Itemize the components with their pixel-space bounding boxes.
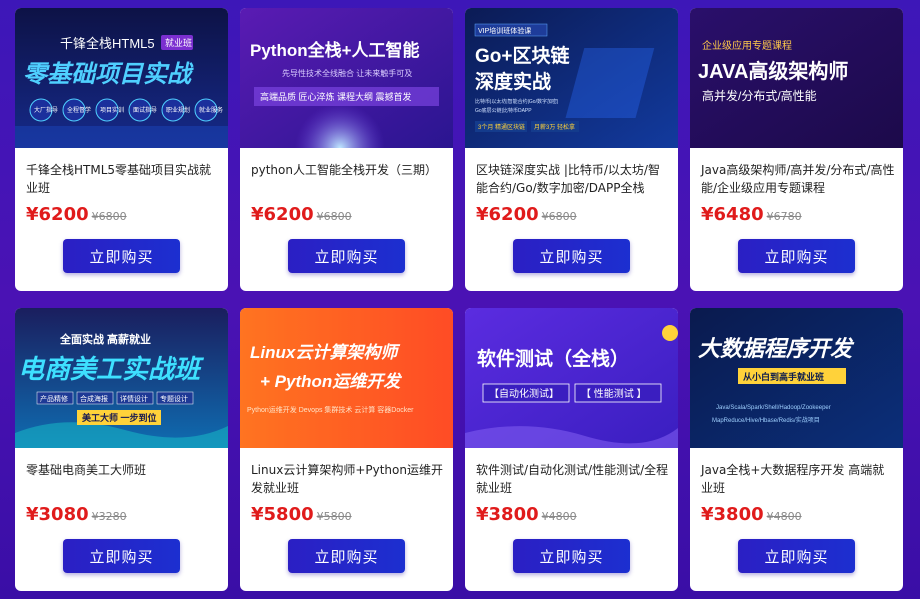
banner-sub: 先导性技术全线融合 让未来触手可及 (282, 68, 412, 78)
banner-bar: 高端品质 匠心淬炼 课程大纲 震撼首发 (260, 91, 412, 102)
course-banner[interactable]: Linux云计算架构师 + Python运维开发 Python运维开发 Devo… (240, 308, 453, 448)
banner-tag: 就业班 (165, 37, 192, 48)
banner-headline: 零基础项目实战 (23, 61, 194, 88)
banner-line1: 全面实战 高薪就业 (59, 332, 151, 346)
original-price: ¥6800 (91, 210, 127, 223)
course-card[interactable]: 千锋全栈HTML5 就业班 零基础项目实战 大厂指导 全程督学 项目实训 面试指… (15, 8, 228, 291)
banner-desc: 比特币|以太坊|智能合约|Go/数字加密| (475, 98, 558, 105)
course-title[interactable]: 软件测试/自动化测试/性能测试/全程就业班 (476, 461, 671, 497)
price-row: ¥6200 ¥6800 (26, 204, 127, 226)
banner-tag: 【自动化测试】 (489, 387, 559, 400)
original-price: ¥6800 (541, 210, 577, 223)
banner-tech: MapReduce/Hive/Hbase/Redis/实战项目 (712, 416, 820, 424)
banner-badge: 全程督学 (67, 106, 91, 114)
course-title[interactable]: Linux云计算架构师+Python运维开发就业班 (251, 461, 446, 497)
course-card[interactable]: 大数据程序开发 从小白到高手就业班 Java/Scala/Spark/Shell… (690, 308, 903, 591)
banner-chip: 详情设计 (120, 394, 148, 403)
banner-tag: VIP培训班体验课 (478, 26, 531, 35)
original-price: ¥4800 (541, 510, 577, 523)
original-price: ¥4800 (766, 510, 802, 523)
banner-desc: Go底层公链|比特币DAPP (475, 107, 532, 114)
course-card[interactable]: 软件测试（全栈） 【自动化测试】 【 性能测试 】 软件测试/自动化测试/性能测… (465, 308, 678, 591)
course-banner[interactable]: 千锋全栈HTML5 就业班 零基础项目实战 大厂指导 全程督学 项目实训 面试指… (15, 8, 228, 148)
course-card[interactable]: 全面实战 高薪就业 电商美工实战班 产品精修 合成海报 详情设计 专题设计 美工… (15, 308, 228, 591)
buy-now-button[interactable]: 立即购买 (288, 539, 405, 573)
current-price: ¥5800 (251, 504, 314, 525)
banner-chip: 产品精修 (40, 394, 68, 403)
banner-tag: 从小白到高手就业班 (743, 371, 824, 382)
current-price: ¥3800 (476, 504, 539, 525)
original-price: ¥5800 (316, 510, 352, 523)
banner-line1: Go+区块链 (475, 44, 569, 67)
banner-line1: Linux云计算架构师 (250, 343, 400, 362)
price-row: ¥3080 ¥3280 (26, 504, 127, 526)
course-banner[interactable]: 大数据程序开发 从小白到高手就业班 Java/Scala/Spark/Shell… (690, 308, 903, 448)
course-banner[interactable]: 软件测试（全栈） 【自动化测试】 【 性能测试 】 (465, 308, 678, 448)
current-price: ¥3800 (701, 504, 764, 525)
current-price: ¥6200 (476, 204, 539, 225)
original-price: ¥3280 (91, 510, 127, 523)
price-row: ¥6480 ¥6780 (701, 204, 802, 226)
banner-slogan: 美工大师 一步到位 (82, 412, 157, 423)
banner-line1: 千锋全栈HTML5 (60, 36, 155, 51)
price-row: ¥6200 ¥6800 (251, 204, 352, 226)
price-row: ¥5800 ¥5800 (251, 504, 352, 526)
buy-now-button[interactable]: 立即购买 (63, 539, 180, 573)
banner-headline: 电商美工实战班 (18, 354, 205, 384)
banner-line2: + Python运维开发 (260, 372, 402, 391)
original-price: ¥6800 (316, 210, 352, 223)
course-card[interactable]: 企业级应用专题课程 JAVA高级架构师 高并发/分布式/高性能 Java高级架构… (690, 8, 903, 291)
banner-tech: Java/Scala/Spark/Shell/Hadoop/Zookeeper (716, 405, 831, 411)
buy-now-button[interactable]: 立即购买 (513, 539, 630, 573)
banner-tag: 【 性能测试 】 (581, 387, 647, 400)
banner-chip: 合成海报 (80, 394, 108, 403)
course-card[interactable]: Linux云计算架构师 + Python运维开发 Python运维开发 Devo… (240, 308, 453, 591)
price-row: ¥6200 ¥6800 (476, 204, 577, 226)
price-row: ¥3800 ¥4800 (476, 504, 577, 526)
buy-now-button[interactable]: 立即购买 (513, 239, 630, 273)
banner-headline: JAVA高级架构师 (698, 59, 848, 83)
banner-line2: 深度实战 (475, 70, 551, 93)
course-banner[interactable]: VIP培训班体验课 Go+区块链 深度实战 比特币|以太坊|智能合约|Go/数字… (465, 8, 678, 148)
buy-now-button[interactable]: 立即购买 (288, 239, 405, 273)
buy-now-button[interactable]: 立即购买 (738, 539, 855, 573)
banner-badge: 大厂指导 (34, 106, 58, 114)
current-price: ¥6200 (251, 204, 314, 225)
banner-headline: Python全栈+人工智能 (250, 40, 420, 60)
banner-bottom: 3个月 精通区块链 (478, 123, 525, 131)
course-title[interactable]: python人工智能全栈开发（三期） (251, 161, 446, 179)
banner-badge: 职业规划 (166, 106, 190, 114)
course-title[interactable]: 零基础电商美工大师班 (26, 461, 221, 479)
course-banner[interactable]: 全面实战 高薪就业 电商美工实战班 产品精修 合成海报 详情设计 专题设计 美工… (15, 308, 228, 448)
banner-badge: 项目实训 (100, 106, 124, 114)
banner-chip: 专题设计 (160, 394, 188, 403)
banner-sub: 高并发/分布式/高性能 (702, 88, 817, 103)
banner-headline: 大数据程序开发 (698, 336, 855, 361)
buy-now-button[interactable]: 立即购买 (63, 239, 180, 273)
course-title[interactable]: 区块链深度实战 |比特币/以太坊/智能合约/Go/数字加密/DAPP全栈 (476, 161, 671, 197)
buy-now-button[interactable]: 立即购买 (738, 239, 855, 273)
current-price: ¥3080 (26, 504, 89, 525)
price-row: ¥3800 ¥4800 (701, 504, 802, 526)
course-title[interactable]: Java高级架构师/高并发/分布式/高性能/企业级应用专题课程 (701, 161, 896, 197)
banner-badge: 就业服务 (199, 106, 223, 114)
banner-tag: 企业级应用专题课程 (702, 39, 792, 52)
course-banner[interactable]: 企业级应用专题课程 JAVA高级架构师 高并发/分布式/高性能 (690, 8, 903, 148)
banner-bottom: 月薪3万 轻松拿 (534, 123, 575, 131)
banner-headline: 软件测试（全栈） (477, 347, 629, 370)
course-title[interactable]: 千锋全栈HTML5零基础项目实战就业班 (26, 161, 221, 197)
course-card[interactable]: VIP培训班体验课 Go+区块链 深度实战 比特币|以太坊|智能合约|Go/数字… (465, 8, 678, 291)
course-banner[interactable]: Python全栈+人工智能 先导性技术全线融合 让未来触手可及 高端品质 匠心淬… (240, 8, 453, 148)
course-title[interactable]: Java全栈+大数据程序开发 高端就业班 (701, 461, 896, 497)
original-price: ¥6780 (766, 210, 802, 223)
course-card[interactable]: Python全栈+人工智能 先导性技术全线融合 让未来触手可及 高端品质 匠心淬… (240, 8, 453, 291)
banner-badge: 面试指导 (133, 106, 157, 114)
current-price: ¥6480 (701, 204, 764, 225)
current-price: ¥6200 (26, 204, 89, 225)
banner-footer: Python运维开发 Devops 集群技术 云计算 容器Docker (247, 405, 414, 414)
